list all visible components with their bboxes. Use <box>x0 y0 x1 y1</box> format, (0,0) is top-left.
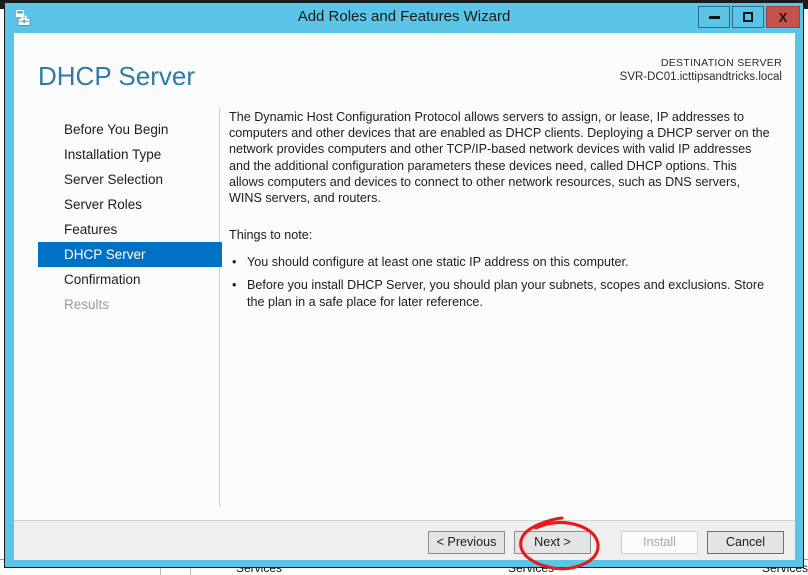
things-to-note-list: • You should configure at least one stat… <box>229 254 775 310</box>
window-title-bar[interactable]: Add Roles and Features Wizard X <box>5 3 803 33</box>
wizard-content: The Dynamic Host Configuration Protocol … <box>229 109 775 317</box>
list-item: • You should configure at least one stat… <box>229 254 775 270</box>
sidebar-item-installation-type[interactable]: Installation Type <box>38 142 222 167</box>
close-button[interactable]: X <box>766 6 800 28</box>
note-text: Before you install DHCP Server, you shou… <box>247 278 765 309</box>
wizard-step-nav: Before You Begin Installation Type Serve… <box>38 117 222 317</box>
previous-button[interactable]: < Previous <box>428 531 505 554</box>
window-title: Add Roles and Features Wizard <box>297 8 511 25</box>
things-to-note-heading: Things to note: <box>229 228 313 243</box>
next-button[interactable]: Next > <box>514 531 591 554</box>
add-roles-wizard-window: Add Roles and Features Wizard X DHCP Ser… <box>4 2 804 568</box>
destination-server-label: DESTINATION SERVER <box>660 57 782 69</box>
cancel-button[interactable]: Cancel <box>707 531 784 554</box>
bullet-icon: • <box>232 278 237 293</box>
wizard-footer: < Previous Next > Install Cancel <box>14 520 795 560</box>
install-button: Install <box>621 531 698 554</box>
destination-server-name: SVR-DC01.icttipsandtricks.local <box>619 71 782 83</box>
page-title: DHCP Server <box>38 61 196 91</box>
sidebar-item-server-roles[interactable]: Server Roles <box>38 192 222 217</box>
minimize-button[interactable] <box>698 6 730 28</box>
close-icon: X <box>778 9 788 25</box>
sidebar-item-before-you-begin[interactable]: Before You Begin <box>38 117 222 142</box>
sidebar-item-features[interactable]: Features <box>38 217 222 242</box>
maximize-icon <box>743 12 753 22</box>
wizard-page: DHCP Server DESTINATION SERVER SVR-DC01.… <box>14 33 795 560</box>
sidebar-item-confirmation[interactable]: Confirmation <box>38 267 222 292</box>
bullet-icon: • <box>232 255 237 270</box>
sidebar-item-results: Results <box>64 297 110 312</box>
list-item: • Before you install DHCP Server, you sh… <box>229 277 775 309</box>
note-text: You should configure at least one static… <box>247 255 629 270</box>
destination-server-block: DESTINATION SERVER SVR-DC01.icttipsandtr… <box>620 57 782 83</box>
dhcp-description-paragraph: The Dynamic Host Configuration Protocol … <box>229 110 770 206</box>
minimize-icon <box>708 15 720 19</box>
sidebar-item-dhcp-server[interactable]: DHCP Server <box>38 242 222 267</box>
maximize-button[interactable] <box>732 6 764 28</box>
sidebar-item-server-selection[interactable]: Server Selection <box>38 167 222 192</box>
